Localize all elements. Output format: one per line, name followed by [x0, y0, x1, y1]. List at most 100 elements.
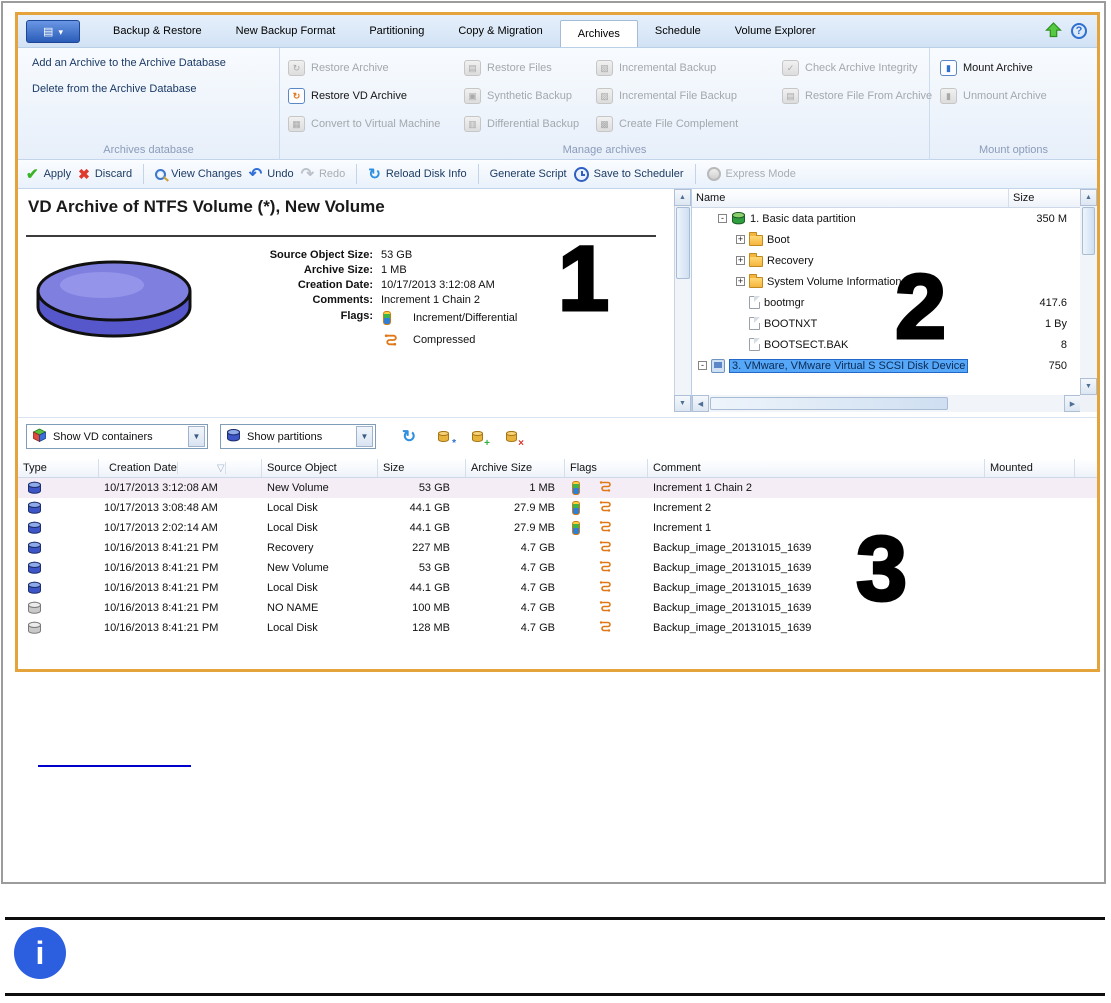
group-label: Archives database [103, 144, 194, 156]
table-row[interactable]: 10/17/2013 3:08:48 AM Local Disk 44.1 GB… [18, 498, 1097, 518]
add-archive-button[interactable]: Add an Archive to the Archive Database [32, 57, 226, 69]
scrollbar-thumb[interactable] [710, 397, 948, 410]
apply-button[interactable]: Apply [26, 165, 72, 183]
table-row[interactable]: 10/16/2013 8:41:21 PM Local Disk 128 MB … [18, 618, 1097, 638]
disk-device-icon [711, 358, 725, 373]
tree-horizontal-scrollbar[interactable] [692, 395, 1081, 412]
scrollbar-thumb[interactable] [1082, 207, 1095, 255]
tab-volume-explorer[interactable]: Volume Explorer [718, 15, 833, 47]
expand-expander-icon[interactable]: + [736, 235, 745, 244]
discard-button[interactable]: Discard [78, 166, 132, 183]
table-row[interactable]: 10/17/2013 2:02:14 AM Local Disk 44.1 GB… [18, 518, 1097, 538]
help-icon[interactable]: ? [1071, 23, 1087, 39]
expand-expander-icon[interactable]: + [736, 277, 745, 286]
add-to-database-button[interactable]: + [466, 427, 490, 449]
column-header-name[interactable]: Name [692, 189, 1009, 207]
tab-schedule[interactable]: Schedule [638, 15, 718, 47]
undo-button[interactable]: Undo [249, 164, 293, 184]
green-up-arrow-icon[interactable] [1045, 21, 1062, 41]
archive-table: Type Creation Date Source Object Size Ar… [18, 459, 1097, 669]
convert-to-vm-button[interactable]: Convert to Virtual Machine [288, 110, 464, 138]
app-menu-icon [43, 25, 53, 38]
app-menu-button[interactable] [26, 20, 80, 43]
table-row[interactable]: 10/16/2013 8:41:21 PM Local Disk 44.1 GB… [18, 578, 1097, 598]
restore-file-from-archive-button[interactable]: Restore File From Archive [782, 82, 932, 110]
table-row[interactable]: 10/16/2013 8:41:21 PM Recovery 227 MB 4.… [18, 538, 1097, 558]
redo-button[interactable]: Redo [301, 164, 345, 184]
details-vertical-scrollbar[interactable] [674, 189, 691, 412]
scroll-left-button[interactable] [692, 395, 709, 412]
refresh-database-button[interactable] [398, 427, 420, 447]
tree-row[interactable]: bootmgr 417.6 [692, 292, 1081, 313]
header-mounted[interactable]: Mounted [985, 459, 1075, 477]
table-row[interactable]: 10/16/2013 8:41:21 PM NO NAME 100 MB 4.7… [18, 598, 1097, 618]
mount-archive-button[interactable]: Mount Archive [940, 54, 1090, 82]
reload-disk-info-button[interactable]: Reload Disk Info [368, 165, 467, 183]
header-comment[interactable]: Comment [648, 459, 985, 477]
scroll-up-button[interactable] [674, 189, 691, 206]
tab-new-backup-format[interactable]: New Backup Format [219, 15, 353, 47]
tree-row[interactable]: BOOTSECT.BAK 8 [692, 334, 1081, 355]
tree-row[interactable]: + Boot [692, 229, 1081, 250]
empty-link-underline[interactable] [38, 765, 191, 767]
expand-expander-icon[interactable]: + [736, 256, 745, 265]
restore-archive-button[interactable]: Restore Archive [288, 54, 464, 82]
header-creation-date[interactable]: Creation Date [99, 459, 262, 477]
table-row[interactable]: 10/16/2013 8:41:21 PM New Volume 53 GB 4… [18, 558, 1097, 578]
dropdown-arrow-button[interactable] [356, 426, 373, 447]
tree-row[interactable]: + Recovery [692, 250, 1081, 271]
synthetic-backup-button[interactable]: Synthetic Backup [464, 82, 596, 110]
collapse-expander-icon[interactable]: - [718, 214, 727, 223]
header-source-object[interactable]: Source Object [262, 459, 378, 477]
incremental-file-backup-button[interactable]: Incremental File Backup [596, 82, 782, 110]
vd-containers-dropdown[interactable]: Show VD containers [26, 424, 208, 449]
dropdown-arrow-button[interactable] [188, 426, 205, 447]
tab-backup-restore[interactable]: Backup & Restore [96, 15, 219, 47]
view-changes-button[interactable]: View Changes [155, 168, 242, 180]
synthetic-backup-icon [464, 88, 481, 104]
tab-partitioning[interactable]: Partitioning [352, 15, 441, 47]
refresh-icon [402, 427, 416, 447]
collapse-expander-icon[interactable]: - [698, 361, 707, 370]
tree-row[interactable]: + System Volume Information [692, 271, 1081, 292]
folder-icon [749, 253, 763, 267]
column-header-size[interactable]: Size [1009, 189, 1081, 207]
tree-row[interactable]: - 1. Basic data partition 350 M [692, 208, 1081, 229]
tree-row-selected[interactable]: - 3. VMware, VMware Virtual S SCSI Disk … [692, 355, 1081, 376]
remove-from-database-button[interactable]: × [500, 427, 524, 449]
restore-vd-archive-button[interactable]: Restore VD Archive [288, 82, 464, 110]
save-to-scheduler-button[interactable]: Save to Scheduler [573, 166, 684, 182]
incremental-file-backup-icon [596, 88, 613, 104]
header-archive-size[interactable]: Archive Size [466, 459, 565, 477]
express-mode-button[interactable]: Express Mode [706, 167, 796, 181]
scrollbar-thumb[interactable] [676, 207, 690, 279]
tab-archives[interactable]: Archives [559, 20, 638, 47]
create-file-complement-button[interactable]: Create File Complement [596, 110, 782, 138]
sort-desc-icon [177, 462, 226, 474]
header-type[interactable]: Type [18, 459, 99, 477]
ribbon-group-manage-archives: Restore Archive Restore VD Archive Conve… [280, 48, 932, 160]
tab-copy-migration[interactable]: Copy & Migration [441, 15, 559, 47]
delete-archive-button[interactable]: Delete from the Archive Database [32, 83, 196, 95]
generate-script-button[interactable]: Generate Script [490, 168, 567, 180]
unmount-archive-button[interactable]: Unmount Archive [940, 82, 1090, 110]
scroll-up-button[interactable] [1080, 189, 1097, 206]
vd-container-icon [18, 521, 99, 535]
scroll-down-button[interactable] [674, 395, 691, 412]
increment-flag-icon [572, 501, 580, 515]
header-size[interactable]: Size [378, 459, 466, 477]
scroll-right-button[interactable] [1064, 395, 1081, 412]
increment-flag-icon [383, 311, 391, 325]
partitions-dropdown[interactable]: Show partitions [220, 424, 376, 449]
database-properties-button[interactable]: * [432, 427, 456, 449]
incremental-backup-button[interactable]: Incremental Backup [596, 54, 782, 82]
folder-icon [749, 232, 763, 246]
check-archive-integrity-button[interactable]: Check Archive Integrity [782, 54, 930, 82]
differential-backup-button[interactable]: Differential Backup [464, 110, 596, 138]
header-flags[interactable]: Flags [565, 459, 648, 477]
table-row[interactable]: 10/17/2013 3:12:08 AM New Volume 53 GB 1… [18, 478, 1097, 498]
restore-files-button[interactable]: Restore Files [464, 54, 596, 82]
tree-row[interactable]: BOOTNXT 1 By [692, 313, 1081, 334]
tree-vertical-scrollbar[interactable] [1080, 189, 1097, 395]
scroll-down-button[interactable] [1080, 378, 1097, 395]
